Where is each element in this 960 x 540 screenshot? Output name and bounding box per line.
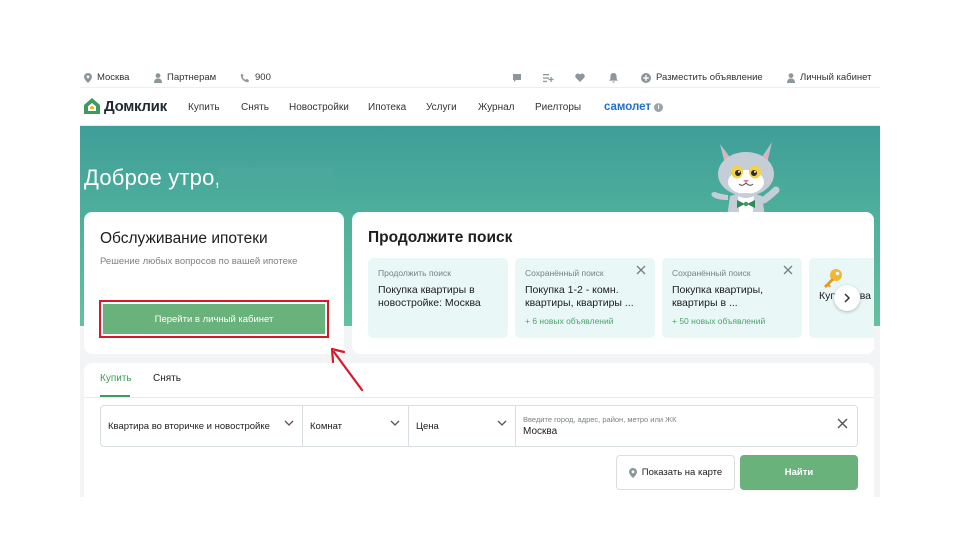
location-value: Москва <box>523 426 558 437</box>
nav-link-mortgage[interactable]: Ипотека <box>368 88 406 126</box>
nav-link-services[interactable]: Услуги <box>426 88 457 126</box>
top-utility-bar: Москва Партнерам 900 Разместить объявлен… <box>80 67 880 88</box>
bell-icon <box>609 72 618 83</box>
personal-cabinet-label: Личный кабинет <box>800 72 872 83</box>
plus-circle-icon <box>641 72 651 83</box>
mortgage-service-card: Обслуживание ипотеки Решение любых вопро… <box>84 212 344 354</box>
city-selector[interactable]: Москва <box>84 67 129 88</box>
search-panel: Купить Снять Квартира во вторичке и ново… <box>84 363 874 497</box>
mortgage-card-subtitle: Решение любых вопросов по вашей ипотеке <box>100 256 298 267</box>
clear-icon[interactable] <box>837 418 848 429</box>
phone-label: 900 <box>255 72 271 83</box>
notifications-button[interactable] <box>609 67 618 88</box>
show-on-map-button[interactable]: Показать на карте <box>616 455 735 490</box>
nav-link-buy[interactable]: Купить <box>188 88 220 126</box>
continue-search-card: Продолжите поиск Продолжить поиск Покупк… <box>352 212 874 354</box>
favorites-button[interactable] <box>575 67 585 88</box>
nav-link-new-buildings[interactable]: Новостройки <box>289 88 349 126</box>
go-to-cabinet-button[interactable]: Перейти в личный кабинет <box>103 304 325 334</box>
tile-text: Покупка 1-2 - комн. квартиры, квартиры .… <box>525 284 634 309</box>
chevron-right-icon <box>844 293 851 303</box>
tab-rent[interactable]: Снять <box>153 373 181 395</box>
property-type-value: Квартира во вторичке и новостройке <box>108 420 270 432</box>
partners-link[interactable]: Партнерам <box>154 67 216 88</box>
domclick-logo[interactable]: Домклик <box>83 97 167 115</box>
rooms-select[interactable]: Комнат <box>303 406 409 446</box>
tile-label: Сохранённый поиск <box>672 268 751 278</box>
personal-cabinet-link[interactable]: Личный кабинет <box>787 67 871 88</box>
tabs-divider <box>84 397 874 398</box>
location-pin-icon <box>84 72 92 83</box>
search-fields: Квартира во вторичке и новостройке Комна… <box>100 405 858 447</box>
price-select[interactable]: Цена <box>409 406 516 446</box>
heart-icon <box>575 73 585 82</box>
city-label: Москва <box>97 72 130 83</box>
location-input[interactable]: Введите город, адрес, район, метро или Ж… <box>516 406 857 446</box>
location-pin-icon <box>628 467 637 478</box>
property-type-select[interactable]: Квартира во вторичке и новостройке <box>101 406 303 446</box>
messages-button[interactable] <box>512 67 522 88</box>
compare-button[interactable] <box>543 67 554 88</box>
tile-new-count: + 50 новых объявлений <box>672 316 766 326</box>
chevron-down-icon <box>284 420 294 426</box>
phone-link[interactable]: 900 <box>240 67 271 88</box>
nav-link-realtors[interactable]: Риелторы <box>535 88 581 126</box>
find-button[interactable]: Найти <box>740 455 858 490</box>
main-navigation: Домклик Купить Снять Новостройки Ипотека… <box>80 88 880 126</box>
highlight-frame: Перейти в личный кабинет <box>99 300 329 338</box>
tab-buy[interactable]: Купить <box>100 373 132 395</box>
active-tab-underline <box>100 395 130 397</box>
price-value: Цена <box>416 420 439 432</box>
search-tile-saved-2[interactable]: Сохранённый поиск Покупка квартиры, квар… <box>662 258 802 338</box>
mortgage-card-title: Обслуживание ипотеки <box>100 230 268 247</box>
post-ad-link[interactable]: Разместить объявление <box>641 67 763 88</box>
tile-text: Покупка квартиры, квартиры в ... <box>672 284 764 309</box>
house-logo-icon <box>84 98 100 114</box>
cat-mascot-illustration <box>711 142 780 224</box>
samolet-partner-link[interactable]: самолет i <box>604 88 664 126</box>
search-tile-continue[interactable]: Продолжить поиск Покупка квартиры в ново… <box>368 258 508 338</box>
nav-link-rent[interactable]: Снять <box>241 88 269 126</box>
tile-label: Продолжить поиск <box>378 268 452 278</box>
logo-text: Домклик <box>104 97 167 115</box>
person-icon <box>787 72 795 83</box>
greeting-heading: Доброе утро, <box>84 165 221 190</box>
phone-icon <box>240 73 249 82</box>
close-icon[interactable] <box>783 265 793 275</box>
continue-search-title: Продолжите поиск <box>368 229 513 246</box>
chat-icon <box>513 73 521 82</box>
partners-label: Партнерам <box>167 72 217 83</box>
tile-label: Сохранённый поиск <box>525 268 604 278</box>
samolet-brand-text: самолет <box>604 101 652 113</box>
post-ad-label: Разместить объявление <box>656 72 763 83</box>
info-icon[interactable]: i <box>654 102 664 112</box>
compare-list-icon <box>543 73 554 82</box>
tile-text: Покупка квартиры в новостройке: Москва <box>378 284 481 309</box>
rooms-value: Комнат <box>310 420 343 432</box>
show-on-map-label: Показать на карте <box>641 467 723 478</box>
nav-link-journal[interactable]: Журнал <box>478 88 515 126</box>
carousel-next-button[interactable] <box>834 285 860 311</box>
location-placeholder: Введите город, адрес, район, метро или Ж… <box>523 415 677 424</box>
search-tile-saved-1[interactable]: Сохранённый поиск Покупка 1-2 - комн. кв… <box>515 258 655 338</box>
close-icon[interactable] <box>636 265 646 275</box>
annotation-arrow-icon <box>330 347 364 392</box>
tile-new-count: + 6 новых объявлений <box>525 316 614 326</box>
user-name-redacted <box>218 168 334 190</box>
chevron-down-icon <box>497 420 507 426</box>
browser-viewport: Москва Партнерам 900 Разместить объявлен… <box>80 67 880 497</box>
person-icon <box>154 72 162 83</box>
chevron-down-icon <box>390 420 400 426</box>
